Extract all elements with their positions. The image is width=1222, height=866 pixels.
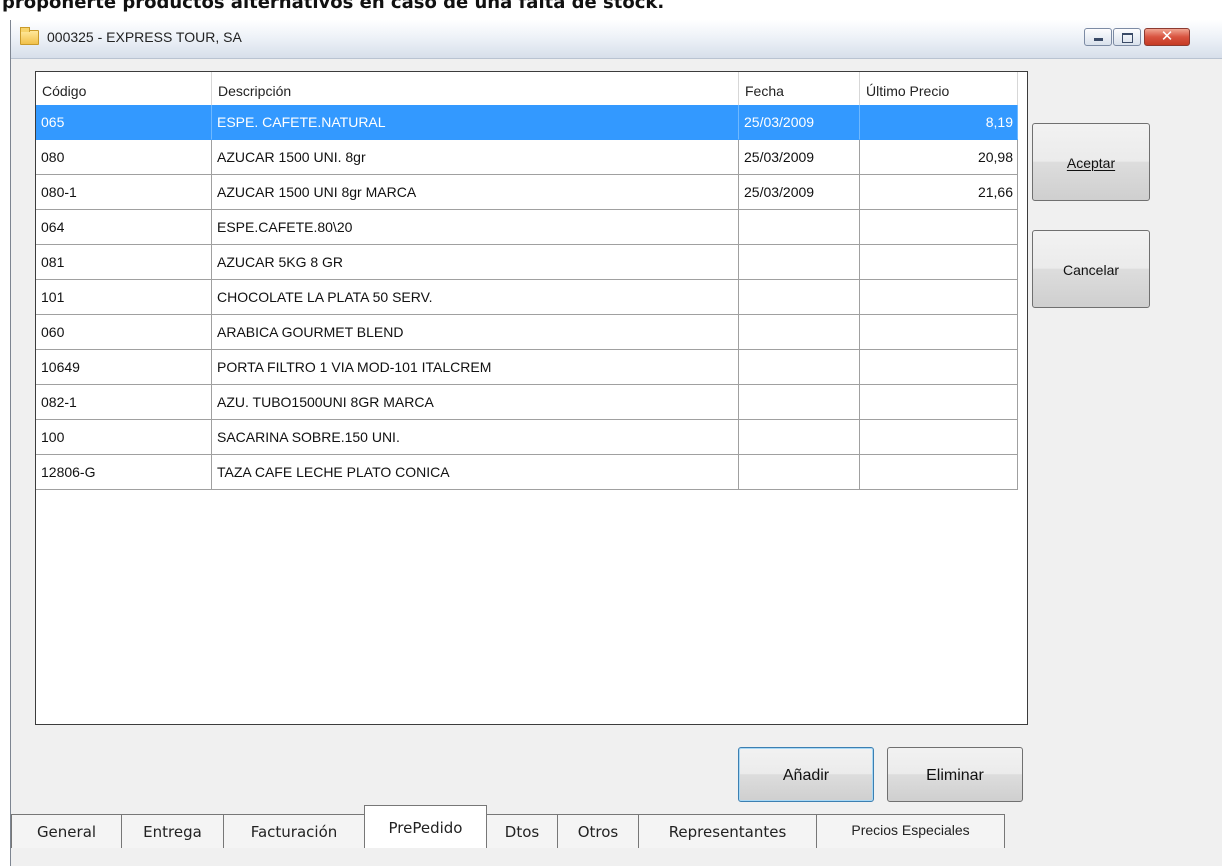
tab-prepedido[interactable]: PrePedido — [364, 805, 487, 848]
tab-facturaci-n[interactable]: Facturación — [223, 814, 365, 848]
cell-fecha — [739, 350, 860, 385]
close-button[interactable]: ✕ — [1144, 27, 1190, 46]
grid-header: Código Descripción Fecha Último Precio — [36, 72, 1018, 105]
column-header[interactable]: Descripción — [212, 72, 739, 105]
cell-codigo: 12806-G — [36, 455, 212, 490]
cell-precio: 20,98 — [860, 140, 1018, 175]
maximize-button[interactable] — [1113, 28, 1141, 46]
table-row[interactable]: 101 CHOCOLATE LA PLATA 50 SERV. — [36, 280, 1018, 315]
column-header[interactable]: Último Precio — [860, 72, 1018, 105]
tab-precios-especiales[interactable]: Precios Especiales — [816, 814, 1005, 848]
cell-precio — [860, 280, 1018, 315]
cell-codigo: 080 — [36, 140, 212, 175]
table-row[interactable]: 065 ESPE. CAFETE.NATURAL 25/03/2009 8,19 — [36, 105, 1018, 140]
delete-button-label: Eliminar — [926, 767, 984, 784]
add-button-label: Añadir — [782, 767, 830, 784]
cell-descripcion: SACARINA SOBRE.150 UNI. — [212, 420, 739, 455]
cell-descripcion: TAZA CAFE LECHE PLATO CONICA — [212, 455, 739, 490]
table-row[interactable]: 082-1 AZU. TUBO1500UNI 8GR MARCA — [36, 385, 1018, 420]
title-bar[interactable]: 000325 - EXPRESS TOUR, SA ✕ — [11, 20, 1222, 59]
tab-entrega[interactable]: Entrega — [121, 814, 224, 848]
cell-descripcion: ESPE. CAFETE.NATURAL — [212, 105, 739, 140]
table-row[interactable]: 081 AZUCAR 5KG 8 GR — [36, 245, 1018, 280]
delete-button[interactable]: Eliminar — [887, 747, 1023, 802]
add-button[interactable]: Añadir — [738, 747, 874, 802]
tab-dtos[interactable]: Dtos — [486, 814, 558, 848]
cell-descripcion: AZU. TUBO1500UNI 8GR MARCA — [212, 385, 739, 420]
accept-button-label: Aceptar — [1066, 155, 1116, 171]
cell-precio — [860, 350, 1018, 385]
cell-codigo: 080-1 — [36, 175, 212, 210]
cell-descripcion: AZUCAR 1500 UNI. 8gr — [212, 140, 739, 175]
close-icon: ✕ — [1160, 27, 1174, 45]
column-header[interactable]: Código — [36, 72, 212, 105]
cell-precio: 8,19 — [860, 105, 1018, 140]
cell-precio — [860, 315, 1018, 350]
cell-precio — [860, 385, 1018, 420]
cell-precio — [860, 245, 1018, 280]
cell-fecha — [739, 280, 860, 315]
cell-codigo: 065 — [36, 105, 212, 140]
cell-codigo: 10649 — [36, 350, 212, 385]
page-caption: proponerte productos alternativos en cas… — [0, 0, 1222, 20]
cell-fecha: 25/03/2009 — [739, 175, 860, 210]
cell-descripcion: ESPE.CAFETE.80\20 — [212, 210, 739, 245]
cell-fecha — [739, 315, 860, 350]
cell-descripcion: CHOCOLATE LA PLATA 50 SERV. — [212, 280, 739, 315]
window-title: 000325 - EXPRESS TOUR, SA — [47, 29, 242, 45]
cancel-button[interactable]: Cancelar — [1032, 230, 1150, 308]
cell-codigo: 060 — [36, 315, 212, 350]
cell-descripcion: AZUCAR 5KG 8 GR — [212, 245, 739, 280]
tab-otros[interactable]: Otros — [557, 814, 639, 848]
cell-codigo: 101 — [36, 280, 212, 315]
cell-descripcion: PORTA FILTRO 1 VIA MOD-101 ITALCREM — [212, 350, 739, 385]
cell-precio: 21,66 — [860, 175, 1018, 210]
table-row[interactable]: 10649 PORTA FILTRO 1 VIA MOD-101 ITALCREM — [36, 350, 1018, 385]
folder-icon — [20, 27, 39, 45]
table-row[interactable]: 100 SACARINA SOBRE.150 UNI. — [36, 420, 1018, 455]
tab-representantes[interactable]: Representantes — [638, 814, 817, 848]
cell-codigo: 100 — [36, 420, 212, 455]
cell-codigo: 081 — [36, 245, 212, 280]
cell-codigo: 082-1 — [36, 385, 212, 420]
cell-descripcion: ARABICA GOURMET BLEND — [212, 315, 739, 350]
table-row[interactable]: 080-1 AZUCAR 1500 UNI 8gr MARCA 25/03/2009… — [36, 175, 1018, 210]
cell-codigo: 064 — [36, 210, 212, 245]
cell-descripcion: AZUCAR 1500 UNI 8gr MARCA — [212, 175, 739, 210]
cell-precio — [860, 455, 1018, 490]
table-row[interactable]: 064 ESPE.CAFETE.80\20 — [36, 210, 1018, 245]
minimize-button[interactable] — [1084, 28, 1112, 46]
cell-precio — [860, 210, 1018, 245]
cell-fecha: 25/03/2009 — [739, 105, 860, 140]
cell-fecha — [739, 455, 860, 490]
table-row[interactable]: 080 AZUCAR 1500 UNI. 8gr 25/03/2009 20,98 — [36, 140, 1018, 175]
table-row[interactable]: 12806-G TAZA CAFE LECHE PLATO CONICA — [36, 455, 1018, 490]
products-grid[interactable]: Código Descripción Fecha Último Precio 065 E… — [35, 71, 1028, 725]
cell-fecha — [739, 385, 860, 420]
column-header[interactable]: Fecha — [739, 72, 860, 105]
cell-precio — [860, 420, 1018, 455]
cancel-button-label: Cancelar — [1062, 262, 1120, 278]
customer-dialog-window: 000325 - EXPRESS TOUR, SA ✕ Código Descri… — [10, 20, 1222, 866]
table-row[interactable]: 060 ARABICA GOURMET BLEND — [36, 315, 1018, 350]
cell-fecha — [739, 420, 860, 455]
cell-fecha: 25/03/2009 — [739, 140, 860, 175]
cell-fecha — [739, 210, 860, 245]
cell-fecha — [739, 245, 860, 280]
tab-general[interactable]: General — [11, 814, 122, 848]
accept-button[interactable]: Aceptar — [1032, 123, 1150, 201]
tab-strip: General Entrega Facturación PrePedido Dtos Ot… — [11, 801, 1011, 848]
